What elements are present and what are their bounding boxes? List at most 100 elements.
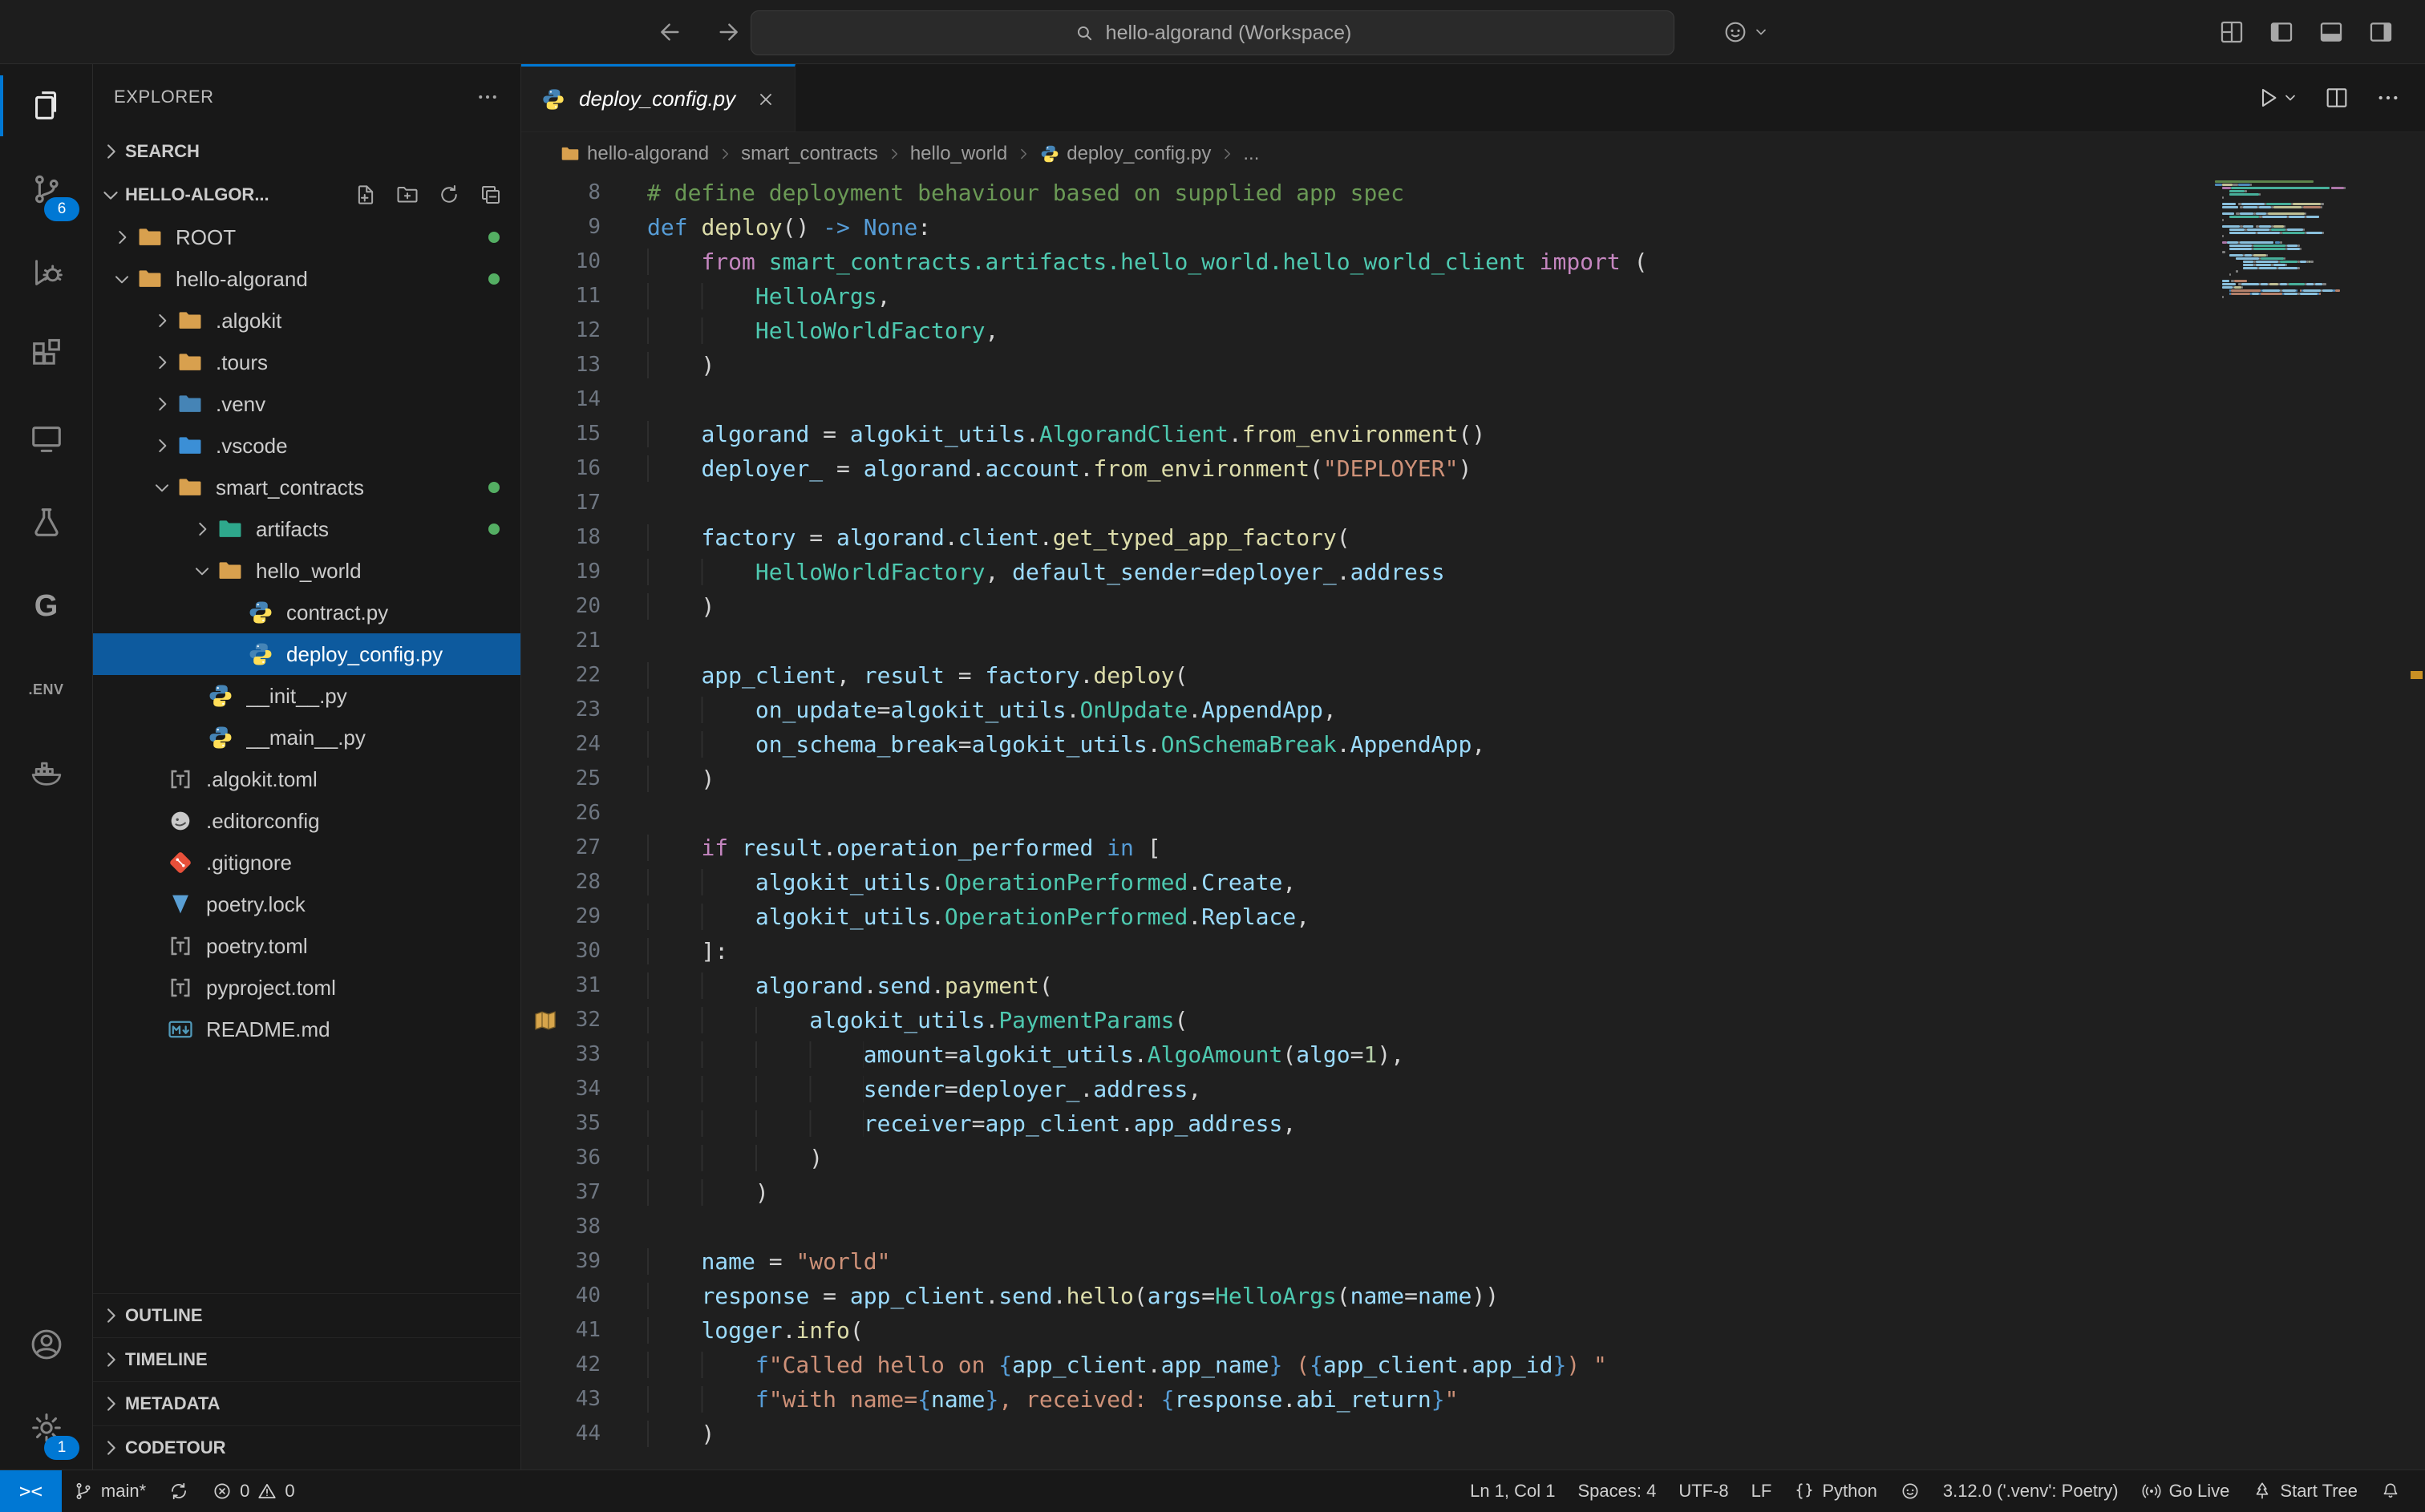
section-timeline[interactable]: TIMELINE <box>93 1337 520 1381</box>
code-area[interactable]: 8# define deployment behaviour based on … <box>521 176 2425 1470</box>
command-center[interactable]: hello-algorand (Workspace) <box>751 10 1674 55</box>
activity-explorer[interactable] <box>0 64 92 148</box>
code-line[interactable]: 30 ]: <box>521 934 2425 968</box>
code-line[interactable]: 28 algokit_utils.OperationPerformed.Crea… <box>521 865 2425 900</box>
toggle-panel-icon[interactable] <box>2318 18 2345 46</box>
explorer-more-actions-icon[interactable] <box>476 85 500 109</box>
tree-item-editorconfig[interactable]: .editorconfig <box>93 800 520 842</box>
tree-item-algokit-toml[interactable]: .algokit.toml <box>93 758 520 800</box>
section-workspace[interactable]: HELLO-ALGOR... <box>93 173 520 216</box>
code-line[interactable]: 22 app_client, result = factory.deploy( <box>521 658 2425 693</box>
status-cursor-position[interactable]: Ln 1, Col 1 <box>1459 1470 1566 1512</box>
breadcrumb-item[interactable]: deploy_config.py <box>1039 143 1211 165</box>
activity-dotenv[interactable]: .ENV <box>0 648 92 731</box>
git-branch-item[interactable]: main* <box>62 1470 157 1512</box>
activity-algokit[interactable]: G <box>0 564 92 648</box>
forward-button[interactable] <box>715 19 741 45</box>
tree-item-poetry-lock[interactable]: poetry.lock <box>93 883 520 925</box>
code-line[interactable]: 29 algokit_utils.OperationPerformed.Repl… <box>521 900 2425 934</box>
collapse-all-icon[interactable] <box>479 183 503 207</box>
minimap[interactable] <box>2215 180 2342 299</box>
code-line[interactable]: 15 algorand = algokit_utils.AlgorandClie… <box>521 417 2425 451</box>
status-python-interpreter[interactable]: 3.12.0 ('.venv': Poetry) <box>1932 1470 2130 1512</box>
tree-item-venv[interactable]: .venv <box>93 383 520 425</box>
code-line[interactable]: 26 <box>521 796 2425 831</box>
new-file-icon[interactable] <box>354 183 378 207</box>
sync-changes-item[interactable] <box>157 1470 200 1512</box>
tree-item-root[interactable]: ROOT <box>93 216 520 258</box>
run-dropdown-chevron-icon[interactable] <box>2282 90 2298 106</box>
code-line[interactable]: 16 deployer_ = algorand.account.from_env… <box>521 451 2425 486</box>
overview-ruler[interactable] <box>2407 176 2425 1470</box>
remote-indicator[interactable]: >< <box>0 1470 62 1512</box>
code-line[interactable]: 21 <box>521 624 2425 658</box>
code-line[interactable]: 41 logger.info( <box>521 1313 2425 1348</box>
section-metadata[interactable]: METADATA <box>93 1381 520 1425</box>
code-line[interactable]: 40 response = app_client.send.hello(args… <box>521 1279 2425 1313</box>
chevron-down-icon[interactable] <box>1753 24 1769 40</box>
activity-docker[interactable] <box>0 731 92 815</box>
code-line[interactable]: 37 ) <box>521 1175 2425 1210</box>
tree-item-contract-py[interactable]: contract.py <box>93 592 520 633</box>
code-line[interactable]: 18 factory = algorand.client.get_typed_a… <box>521 520 2425 555</box>
customize-layout-icon[interactable] <box>2218 18 2245 46</box>
tree-item-hello-world[interactable]: hello_world <box>93 550 520 592</box>
status-start-tree[interactable]: Start Tree <box>2241 1470 2369 1512</box>
tab-deploy-config[interactable]: deploy_config.py <box>521 64 796 131</box>
back-button[interactable] <box>658 19 683 45</box>
section-outline[interactable]: OUTLINE <box>93 1293 520 1337</box>
activity-source-control[interactable]: 6 <box>0 148 92 231</box>
status-indentation[interactable]: Spaces: 4 <box>1566 1470 1667 1512</box>
tree-item-main-py[interactable]: __main__.py <box>93 717 520 758</box>
tree-item-gitignore[interactable]: .gitignore <box>93 842 520 883</box>
breadcrumb-item[interactable]: smart_contracts <box>741 143 878 165</box>
breadcrumb-item[interactable]: ... <box>1243 143 1259 165</box>
copilot-menu-icon[interactable] <box>1723 19 1748 45</box>
status-notifications[interactable] <box>2369 1470 2412 1512</box>
status-language-mode[interactable]: Python <box>1783 1470 1889 1512</box>
activity-remote-explorer[interactable] <box>0 398 92 481</box>
code-line[interactable]: 34 sender=deployer_.address, <box>521 1072 2425 1106</box>
code-line[interactable]: 43 f"with name={name}, received: {respon… <box>521 1382 2425 1417</box>
toggle-sidebar-icon[interactable] <box>2268 18 2295 46</box>
activity-testing[interactable] <box>0 481 92 564</box>
tree-item-init-py[interactable]: __init__.py <box>93 675 520 717</box>
tree-item-vscode[interactable]: .vscode <box>93 425 520 467</box>
new-folder-icon[interactable] <box>395 183 419 207</box>
status-go-live[interactable]: Go Live <box>2130 1470 2241 1512</box>
breadcrumb-item[interactable]: hello-algorand <box>560 143 709 165</box>
code-line[interactable]: 35 receiver=app_client.app_address, <box>521 1106 2425 1141</box>
code-line[interactable]: 12 HelloWorldFactory, <box>521 313 2425 348</box>
tree-item-smart-contracts[interactable]: smart_contracts <box>93 467 520 508</box>
code-line[interactable]: 14 <box>521 382 2425 417</box>
code-line[interactable]: 10 from smart_contracts.artifacts.hello_… <box>521 245 2425 279</box>
activity-run-debug[interactable] <box>0 231 92 314</box>
activity-extensions[interactable] <box>0 314 92 398</box>
code-line[interactable]: 20 ) <box>521 589 2425 624</box>
code-line[interactable]: 32 algokit_utils.PaymentParams( <box>521 1003 2425 1037</box>
editor-more-actions-icon[interactable] <box>2375 85 2401 111</box>
tree-item-deploy-config-py[interactable]: deploy_config.py <box>93 633 520 675</box>
code-line[interactable]: 8# define deployment behaviour based on … <box>521 176 2425 210</box>
code-line[interactable]: 39 name = "world" <box>521 1244 2425 1279</box>
code-line[interactable]: 42 f"Called hello on {app_client.app_nam… <box>521 1348 2425 1382</box>
tree-item-tours[interactable]: .tours <box>93 342 520 383</box>
activity-account[interactable] <box>0 1303 92 1386</box>
toggle-secondary-sidebar-icon[interactable] <box>2367 18 2395 46</box>
section-codetour[interactable]: CODETOUR <box>93 1425 520 1470</box>
codetour-marker-icon[interactable] <box>532 1008 558 1033</box>
tree-item-pyproject-toml[interactable]: pyproject.toml <box>93 967 520 1009</box>
tree-item-readme-md[interactable]: README.md <box>93 1009 520 1050</box>
tree-item-poetry-toml[interactable]: poetry.toml <box>93 925 520 967</box>
code-line[interactable]: 31 algorand.send.payment( <box>521 968 2425 1003</box>
section-search[interactable]: SEARCH <box>93 130 520 173</box>
status-encoding[interactable]: UTF-8 <box>1667 1470 1739 1512</box>
code-line[interactable]: 13 ) <box>521 348 2425 382</box>
code-line[interactable]: 19 HelloWorldFactory, default_sender=dep… <box>521 555 2425 589</box>
tree-item-hello-algorand[interactable]: hello-algorand <box>93 258 520 300</box>
code-line[interactable]: 11 HelloArgs, <box>521 279 2425 313</box>
activity-settings[interactable]: 1 <box>0 1386 92 1470</box>
code-line[interactable]: 23 on_update=algokit_utils.OnUpdate.Appe… <box>521 693 2425 727</box>
code-line[interactable]: 38 <box>521 1210 2425 1244</box>
code-line[interactable]: 9def deploy() -> None: <box>521 210 2425 245</box>
